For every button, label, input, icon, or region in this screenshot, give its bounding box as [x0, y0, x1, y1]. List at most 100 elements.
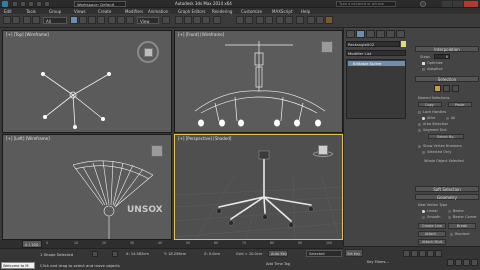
undo-toolbar-icon[interactable] — [3, 16, 11, 24]
maximize-button[interactable] — [453, 1, 463, 7]
motion-tab-icon[interactable] — [376, 30, 385, 38]
redo-toolbar-icon[interactable] — [12, 16, 20, 24]
alike-radio[interactable] — [422, 117, 425, 120]
viewport-front[interactable]: [+] [Front] [Wireframe] — [174, 30, 343, 133]
create-line-button[interactable]: Create Line — [418, 223, 446, 229]
workspace-dropdown[interactable]: Workspace: Default — [74, 1, 126, 7]
rendered-frame-icon[interactable] — [316, 16, 324, 24]
coord-z[interactable]: Z: 0.0cm — [204, 252, 220, 256]
viewcube-perspective-icon[interactable] — [313, 145, 333, 159]
break-button[interactable]: Break — [448, 223, 476, 229]
angle-snap-icon[interactable] — [184, 16, 192, 24]
rect-selection-icon[interactable] — [88, 16, 96, 24]
soft-selection-header[interactable]: Soft Selection — [415, 186, 479, 192]
material-editor-icon[interactable] — [296, 16, 304, 24]
add-time-tag-button[interactable]: Add Time Tag — [264, 261, 298, 268]
smooth-radio[interactable] — [422, 216, 425, 219]
help-icon[interactable] — [420, 1, 426, 7]
selection-filter-dropdown[interactable]: All — [43, 17, 67, 24]
all-radio[interactable] — [446, 117, 449, 120]
reorient-checkbox[interactable] — [450, 233, 453, 236]
paste-button[interactable]: Paste — [448, 102, 472, 107]
viewport-left[interactable]: [+] [Left] [Wireframe] UNSOX — [2, 134, 172, 240]
layer-manager-icon[interactable] — [256, 16, 264, 24]
render-setup-icon[interactable] — [307, 16, 315, 24]
key-filters-button[interactable]: Key Filters... — [367, 260, 389, 264]
redo-icon[interactable] — [44, 1, 50, 7]
optimize-checkbox[interactable] — [422, 62, 425, 65]
open-file-icon[interactable] — [20, 1, 26, 7]
selection-lock-icon[interactable] — [92, 251, 98, 257]
snap-icon[interactable] — [175, 16, 183, 24]
move-icon[interactable] — [108, 16, 116, 24]
viewport-perspective[interactable]: [+] [Perspective] [Shaded] — [174, 134, 343, 240]
steps-field[interactable]: 6 — [434, 54, 450, 59]
undo-icon[interactable] — [36, 1, 42, 7]
geometry-header[interactable]: Geometry — [415, 194, 479, 200]
minimize-button[interactable] — [442, 1, 452, 7]
named-selection-icon[interactable] — [213, 16, 221, 24]
area-selection-checkbox[interactable] — [418, 123, 421, 126]
segment-end-checkbox[interactable] — [418, 129, 421, 132]
close-button[interactable] — [464, 1, 478, 7]
modifier-stack-item[interactable]: Editable Spline — [348, 61, 405, 66]
app-logo-icon[interactable] — [2, 1, 8, 7]
maxscript-listener[interactable]: Welcome to M — [1, 262, 35, 269]
save-file-icon[interactable] — [28, 1, 34, 7]
coord-x[interactable]: X: 14.583cm — [126, 252, 149, 256]
attach-button[interactable]: Attach — [418, 231, 446, 237]
prev-frame-icon[interactable] — [411, 250, 418, 257]
percent-snap-icon[interactable] — [193, 16, 201, 24]
search-box[interactable]: Type a keyword or phrase — [336, 1, 396, 7]
select-object-icon[interactable] — [70, 16, 78, 24]
next-frame-icon[interactable] — [427, 250, 434, 257]
adaptive-checkbox[interactable] — [422, 68, 425, 71]
lock-handles-checkbox[interactable] — [418, 111, 421, 114]
bezier-corner-radio[interactable] — [448, 216, 451, 219]
bezier-radio[interactable] — [448, 210, 451, 213]
new-file-icon[interactable] — [12, 1, 18, 7]
render-production-icon[interactable] — [325, 16, 333, 24]
viewcube-top-icon[interactable] — [137, 41, 159, 63]
select-by-name-icon[interactable] — [79, 16, 87, 24]
scale-icon[interactable] — [126, 16, 134, 24]
linear-radio[interactable] — [422, 210, 425, 213]
time-slider[interactable]: 0 / 100 — [22, 240, 42, 248]
maximize-viewport-icon[interactable] — [471, 259, 478, 266]
copy-button[interactable]: Copy — [418, 102, 442, 107]
viewport-top[interactable]: [+] [Top] [Wireframe] — [2, 30, 172, 133]
selection-header[interactable]: Selection — [415, 76, 479, 82]
spline-level-icon[interactable] — [452, 85, 459, 92]
utilities-tab-icon[interactable] — [396, 30, 405, 38]
link-icon[interactable] — [23, 16, 31, 24]
goto-start-icon[interactable] — [403, 250, 410, 257]
graphite-icon[interactable] — [265, 16, 273, 24]
reference-coordinate-dropdown[interactable]: View — [137, 17, 159, 24]
auto-key-button[interactable]: Auto Key — [268, 250, 288, 257]
schematic-view-icon[interactable] — [285, 16, 293, 24]
hierarchy-tab-icon[interactable] — [366, 30, 375, 38]
key-mode-dropdown[interactable]: Selected — [306, 250, 342, 257]
pivot-icon[interactable] — [162, 16, 170, 24]
segment-level-icon[interactable] — [443, 85, 450, 92]
align-icon[interactable] — [245, 16, 253, 24]
viewcube-front-icon[interactable] — [321, 41, 333, 53]
absolute-mode-icon[interactable] — [112, 251, 118, 257]
set-key-button[interactable]: Set Key — [345, 249, 363, 257]
goto-end-icon[interactable] — [435, 250, 442, 257]
timeline[interactable]: 0 / 100 0 10 20 30 40 50 60 70 80 90 100 — [0, 240, 343, 248]
pan-icon[interactable] — [455, 259, 462, 266]
rotate-icon[interactable] — [117, 16, 125, 24]
coord-y[interactable]: Y: 18.256cm — [164, 252, 186, 256]
display-tab-icon[interactable] — [386, 30, 395, 38]
attach-mult-button[interactable]: Attach Mult. — [418, 239, 446, 245]
object-name-field[interactable]: Rectangle002 — [346, 41, 400, 47]
create-tab-icon[interactable] — [346, 30, 355, 38]
modifier-list-dropdown[interactable]: Modifier List — [346, 50, 406, 56]
selected-only-checkbox[interactable] — [422, 151, 425, 154]
spinner-snap-icon[interactable] — [202, 16, 210, 24]
modify-tab-icon[interactable] — [356, 30, 365, 38]
vertex-level-icon[interactable] — [434, 85, 441, 92]
object-color-swatch[interactable] — [401, 41, 406, 47]
curve-editor-icon[interactable] — [276, 16, 284, 24]
